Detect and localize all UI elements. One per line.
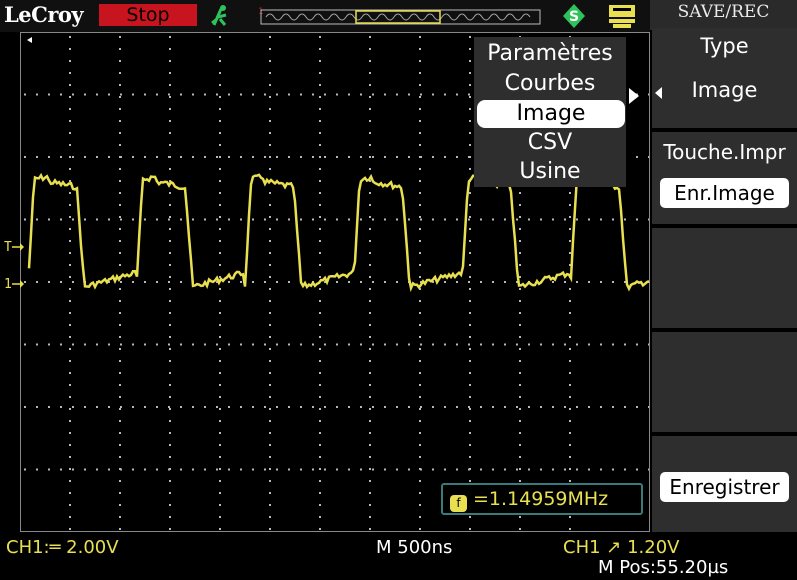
popup-option-usine[interactable]: Usine xyxy=(474,158,626,186)
channel-markers: T 1 xyxy=(4,37,32,292)
frequency-readout: f =1.14959MHz xyxy=(441,483,643,515)
ch1-ground-marker[interactable]: 1 xyxy=(4,277,12,292)
run-state-indicator[interactable]: Stop xyxy=(99,4,197,26)
print-key-label: Touche.Impr xyxy=(663,140,786,164)
bottom-status-bar: CH1:═ 2.00V M 500ns CH1 ↗ 1.20V M Pos:55… xyxy=(0,532,797,580)
trigger-level-marker[interactable]: T xyxy=(4,240,12,255)
save-softkey-label: Enregistrer xyxy=(660,472,789,502)
popup-pointer-arrow xyxy=(629,88,639,104)
ch1-waveform-trace xyxy=(27,172,650,293)
trigger-position-arrow xyxy=(27,37,32,43)
type-softkey-label: Type xyxy=(700,34,749,58)
popup-option-csv[interactable]: CSV xyxy=(474,129,626,157)
empty-softkey-4[interactable] xyxy=(652,332,797,432)
frequency-counter-icon: f xyxy=(450,495,467,512)
horizontal-position-readout: M Pos:55.20µs xyxy=(598,557,729,578)
ch1-scale-readout[interactable]: CH1:═ 2.00V xyxy=(6,537,119,558)
popup-option-image[interactable]: Image xyxy=(477,100,625,128)
type-softkey[interactable]: Type Image xyxy=(652,28,797,128)
popup-option-parametres[interactable]: Paramètres xyxy=(474,40,626,68)
save-softkey[interactable]: Enregistrer xyxy=(652,436,797,532)
usb-icon: S xyxy=(563,4,585,28)
frequency-value: =1.14959MHz xyxy=(473,488,609,510)
save-rec-side-menu: SAVE/REC Type Image Touche.Impr Enr.Imag… xyxy=(650,0,797,535)
type-softkey-value: Image xyxy=(691,78,758,102)
brand-logo: LeCroy xyxy=(4,2,84,27)
softkey-selector-icon xyxy=(655,87,662,99)
empty-softkey-3[interactable] xyxy=(652,228,797,328)
svg-text:S: S xyxy=(569,9,579,25)
trigger-readout[interactable]: CH1 ↗ 1.20V xyxy=(563,537,679,558)
type-options-popup[interactable]: Paramètres Courbes Image CSV Usine xyxy=(474,37,626,187)
print-key-softkey[interactable]: Touche.Impr Enr.Image xyxy=(652,132,797,224)
print-key-value: Enr.Image xyxy=(660,178,789,208)
popup-option-courbes[interactable]: Courbes xyxy=(474,70,626,98)
side-menu-title: SAVE/REC xyxy=(650,0,797,30)
timebase-readout[interactable]: M 500ns xyxy=(376,537,452,558)
trigger-position-memory-bar: 1 xyxy=(258,7,541,25)
printer-icon xyxy=(609,5,635,28)
running-man-icon xyxy=(211,5,227,26)
